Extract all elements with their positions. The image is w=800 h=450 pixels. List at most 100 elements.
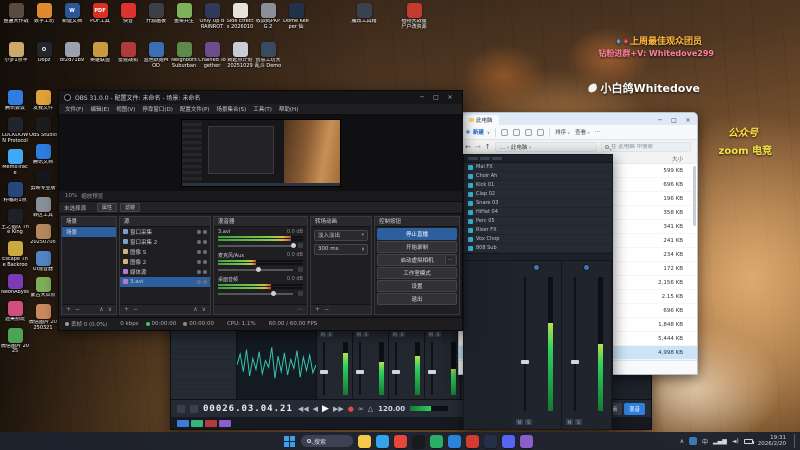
dock-title[interactable]: 控制按钮 (375, 216, 459, 227)
source-item[interactable]: 3.avi (120, 276, 210, 287)
obs-title-bar[interactable]: OBS 31.0.0 - 配置文件: 未命名 - 场景: 未命名 (59, 91, 462, 104)
desktop-icon[interactable]: 数字工坊 (30, 3, 58, 31)
menu-item[interactable]: 编辑(E) (87, 105, 112, 113)
up-icon[interactable]: ↑ (485, 143, 491, 151)
remove-icon[interactable]: − (133, 306, 138, 313)
ime-indicator[interactable]: 中 (702, 437, 708, 446)
sample-row[interactable]: Riser FX (464, 226, 612, 235)
fast-forward-icon[interactable]: ▶▶ (333, 405, 344, 413)
search-input[interactable] (611, 144, 687, 150)
close-button[interactable] (443, 92, 457, 103)
desktop-icon[interactable]: 雷霆战机 (114, 42, 142, 70)
fader[interactable] (392, 342, 400, 395)
taskbar-app-icon[interactable] (412, 434, 425, 448)
copy-icon[interactable] (513, 128, 521, 136)
mixer-strip[interactable]: MS (317, 330, 353, 399)
undo-icon[interactable] (177, 404, 185, 413)
move-up-icon[interactable]: ∧ (99, 306, 103, 313)
lock-icon[interactable] (203, 279, 207, 284)
taskbar-app-icon[interactable] (376, 434, 389, 448)
pan-knob[interactable] (533, 264, 540, 271)
source-item[interactable]: 窗口采集 2 (120, 237, 210, 247)
desktop-icon[interactable]: 微信图片 20250321 (29, 304, 57, 332)
desktop-icon[interactable]: 腾讯文档 (29, 143, 57, 166)
control-button[interactable]: 停止直播⋯ (377, 227, 457, 240)
desktop-icon[interactable]: Escape The Backrooms (1, 241, 29, 269)
menu-item[interactable]: 配置文件(P) (177, 105, 213, 113)
desktop-icon[interactable]: 蓝色妖姬MOD (142, 42, 170, 70)
mute-icon[interactable] (298, 290, 303, 296)
pan-knob[interactable] (583, 264, 590, 271)
mute-solo-buttons[interactable]: MS (356, 332, 385, 337)
desktop-icon[interactable]: Side Effects 2026010 (226, 3, 254, 31)
lock-icon[interactable] (203, 249, 207, 254)
fader[interactable] (356, 342, 364, 395)
source-item[interactable]: 图像 2 (120, 257, 210, 267)
minimize-button[interactable] (415, 92, 429, 103)
fader[interactable] (571, 277, 579, 411)
desktop-icon[interactable]: 快音 (114, 3, 142, 31)
desktop-icon[interactable]: 发我文件 (29, 90, 57, 112)
maximize-button[interactable] (429, 92, 443, 103)
desktop-icon[interactable]: 籽岷的1点 (1, 181, 29, 204)
breadcrumb[interactable]: … › 此电脑 › (494, 142, 597, 152)
desktop-icon[interactable]: 新起点计划 20251029 (226, 42, 254, 70)
control-button[interactable]: 退出⋯ (377, 292, 457, 305)
visibility-icon[interactable] (197, 229, 201, 234)
show-desktop-button[interactable] (794, 434, 796, 448)
taskbar-search[interactable]: 搜索 (301, 435, 353, 447)
desktop-icon[interactable]: 魔改工具箱 (350, 3, 378, 31)
visibility-icon[interactable] (197, 239, 201, 244)
fader[interactable] (320, 342, 328, 395)
gear-icon[interactable]: ⋯ (445, 255, 455, 264)
visibility-icon[interactable] (197, 259, 201, 264)
mute-icon[interactable] (298, 266, 303, 272)
taskbar-app-icon[interactable] (430, 434, 443, 448)
lock-icon[interactable] (203, 269, 207, 274)
mute-solo-buttons[interactable]: MS (320, 332, 349, 337)
desktop-icon[interactable]: 剪映专业版 (29, 170, 57, 192)
lock-icon[interactable] (203, 259, 207, 264)
minimize-button[interactable] (653, 115, 667, 125)
spin-down-icon[interactable]: ▾ (362, 248, 364, 252)
control-button[interactable]: 工作室模式⋯ (377, 266, 457, 279)
mixer-strip[interactable]: MS (425, 330, 461, 399)
volume-slider[interactable] (218, 242, 303, 249)
maximize-button[interactable] (667, 115, 681, 125)
volume-slider[interactable] (218, 290, 303, 297)
lock-icon[interactable] (203, 229, 207, 234)
desktop-icon[interactable]: OBS Studio (29, 116, 57, 139)
desktop-icon[interactable]: PDF PDF工具 (86, 3, 114, 31)
taskbar-app-icon[interactable] (358, 434, 371, 448)
visibility-icon[interactable] (197, 249, 201, 254)
pattern-block[interactable] (219, 419, 231, 427)
taskbar-app-icon[interactable] (502, 434, 515, 448)
new-button[interactable]: 新建 (465, 128, 490, 136)
visibility-icon[interactable] (197, 269, 201, 274)
delete-icon[interactable] (537, 128, 545, 136)
desktop-icon[interactable]: 整蛊大作战 (2, 3, 30, 31)
control-button[interactable]: 启动虚拟相机 ⋯ (377, 253, 457, 266)
desktop-icon[interactable]: LOCKDOWN Protocol (1, 116, 29, 145)
desktop-icon[interactable]: 转区工具 (29, 197, 57, 219)
desktop-icon[interactable]: 蒙古大草原 (29, 277, 57, 299)
clock[interactable]: 19:31 2026/2/20 (758, 435, 786, 447)
add-icon[interactable]: + (124, 306, 129, 313)
sample-row[interactable]: Vox Chop (464, 235, 612, 244)
tray-chevron-icon[interactable]: ∧ (680, 438, 684, 445)
sample-row[interactable]: 808 Sub (464, 244, 612, 253)
step-back-icon[interactable]: ◀ (313, 405, 318, 413)
zoom-preview-label[interactable]: 缩放预览 (81, 192, 103, 200)
filters-button[interactable]: 滤镜 (120, 203, 141, 213)
menu-item[interactable]: 视图(V) (113, 105, 138, 113)
tray-app-icon[interactable] (688, 437, 697, 445)
sample-row[interactable]: Clap 02 (464, 190, 612, 199)
taskbar-app-icon[interactable] (520, 434, 533, 448)
visibility-icon[interactable] (197, 279, 201, 284)
pattern-block[interactable] (177, 419, 189, 427)
menu-item[interactable]: 场景集合(S) (213, 105, 249, 113)
mute-solo-buttons[interactable]: MS (516, 419, 532, 425)
metronome-icon[interactable]: △ (368, 405, 373, 413)
desktop-icon[interactable]: 微信图片 2025 (1, 327, 29, 356)
desktop-icon[interactable]: UI混音器 (29, 250, 57, 273)
